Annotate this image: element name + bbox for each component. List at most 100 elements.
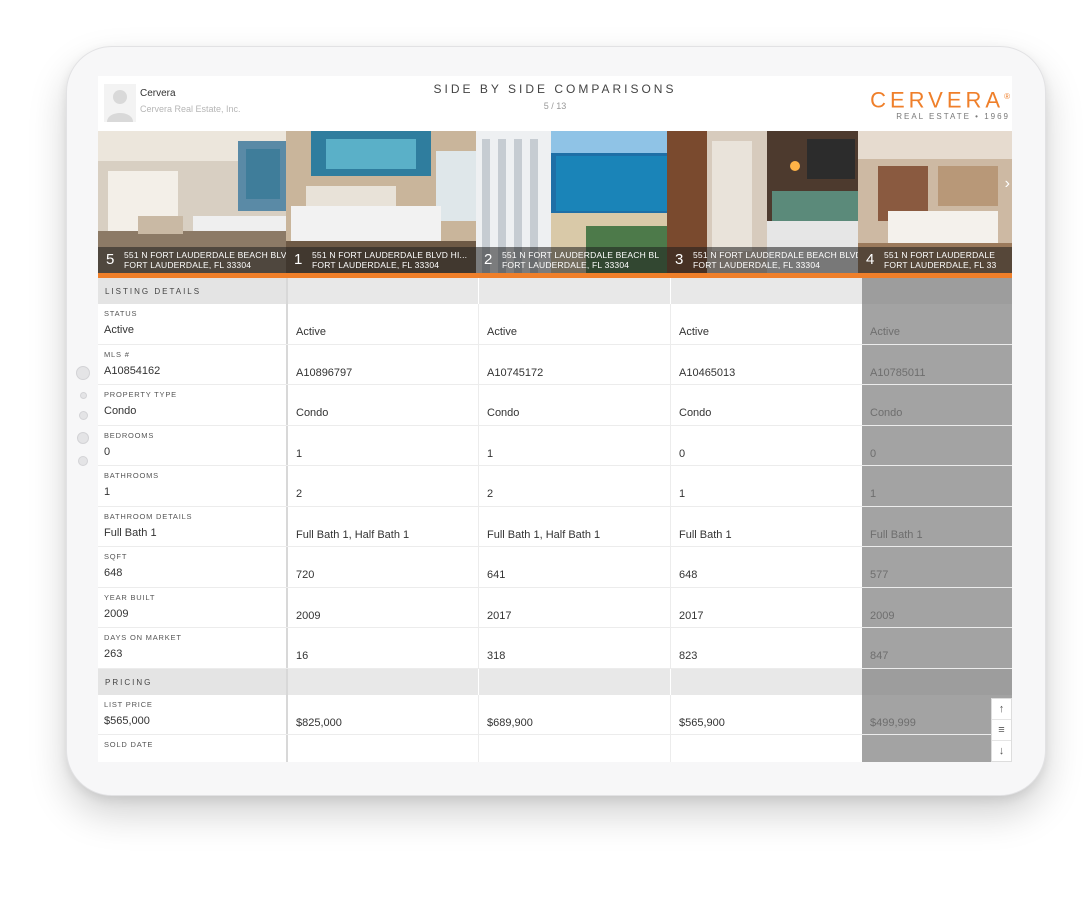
- table-cell: 0: [870, 447, 877, 460]
- listing-city: FORT LAUDERDALE, FL 33: [884, 260, 997, 270]
- table-cell: Active: [870, 326, 900, 338]
- listing-number: 1: [294, 251, 303, 268]
- table-cell: $499,999: [870, 716, 916, 729]
- table-cell: 577: [870, 569, 889, 581]
- listing-photo[interactable]: 1 551 N FORT LAUDERDALE BLVD HI... FORT L…: [286, 131, 476, 273]
- listing-photo[interactable]: 5 551 N FORT LAUDERDALE BEACH BLVD FORT L…: [98, 131, 286, 273]
- table-cell: 0: [679, 447, 686, 460]
- table-row: STATUS Active Active Active Active Active: [98, 304, 1012, 345]
- field-label: BEDROOMS: [104, 430, 155, 440]
- table-cell: Condo: [870, 407, 903, 419]
- table-cell: 823: [679, 650, 698, 662]
- brand-logo: CERVERA® REAL ESTATE • 1969: [870, 86, 1010, 122]
- field-value: A10854162: [104, 364, 161, 377]
- section-header-listing: LISTING DETAILS: [98, 278, 1012, 304]
- table-cell: 2017: [487, 609, 512, 622]
- listing-address: 551 N FORT LAUDERDALE BEACH BLVD: [693, 250, 858, 260]
- field-label: LIST PRICE: [104, 699, 153, 709]
- field-value: 263: [104, 648, 123, 660]
- listing-number: 3: [675, 251, 684, 268]
- table-cell: $689,900: [487, 716, 533, 729]
- table-row: SQFT 648 720 641 648 577: [98, 547, 1012, 588]
- field-value: 0: [104, 445, 111, 458]
- arrow-up-icon[interactable]: ↑: [992, 699, 1011, 720]
- table-cell: -: [296, 757, 300, 762]
- listing-photo[interactable]: 2 551 N FORT LAUDERDALE BEACH BL FORT LAU…: [476, 131, 667, 273]
- table-row: BATHROOM DETAILS Full Bath 1 Full Bath 1,…: [98, 506, 1012, 547]
- field-label: PROPERTY TYPE: [104, 390, 177, 399]
- table-row: MLS # A10854162 A10896797 A10745172 A1046…: [98, 344, 1012, 385]
- menu-icon[interactable]: ≡: [992, 720, 1011, 741]
- table-cell: -: [870, 757, 874, 762]
- comparison-table: LISTING DETAILS STATUS Active Active Acti…: [98, 278, 1012, 762]
- logo-tagline: REAL ESTATE • 1969: [896, 112, 1010, 122]
- table-cell: Full Bath 1: [870, 528, 923, 541]
- table-cell: Condo: [296, 407, 329, 419]
- table-cell: 2009: [870, 609, 895, 622]
- app-screen: Cervera Cervera Real Estate, Inc. SIDE B…: [98, 76, 1012, 762]
- field-label: SQFT: [104, 552, 128, 561]
- listing-number: 4: [866, 251, 875, 268]
- table-cell: Active: [487, 326, 517, 338]
- listing-city: FORT LAUDERDALE, FL 33304: [502, 260, 630, 270]
- field-value: Full Bath 1: [104, 526, 157, 539]
- table-row: SOLD DATE - - - -: [98, 735, 1012, 762]
- table-cell: 318: [487, 650, 506, 662]
- table-cell: 1: [679, 488, 686, 500]
- table-cell: Full Bath 1: [679, 528, 732, 541]
- table-cell: A10465013: [679, 366, 736, 379]
- field-label: BATHROOMS: [104, 471, 159, 480]
- listing-city: FORT LAUDERDALE, FL 33304: [124, 260, 252, 270]
- listing-photo[interactable]: 4 551 N FORT LAUDERDALE FORT LAUDERDALE, …: [858, 131, 1012, 273]
- table-cell: 16: [296, 650, 309, 662]
- listing-address: 551 N FORT LAUDERDALE BEACH BL: [502, 250, 660, 260]
- table-row: BATHROOMS 1 2 2 1 1: [98, 466, 1012, 507]
- listing-photo[interactable]: 3 551 N FORT LAUDERDALE BEACH BLVD FORT L…: [667, 131, 858, 273]
- field-label: DAYS ON MARKET: [104, 633, 182, 642]
- table-cell: 2009: [296, 609, 321, 622]
- table-cell: $825,000: [296, 716, 342, 729]
- table-cell: -: [487, 757, 491, 762]
- field-label: SOLD DATE: [104, 740, 154, 749]
- table-row: PROPERTY TYPE Condo Condo Condo Condo Con…: [98, 385, 1012, 426]
- listing-city: FORT LAUDERDALE, FL 33304: [312, 260, 440, 270]
- field-label: MLS #: [104, 349, 130, 359]
- field-label: BATHROOM DETAILS: [104, 511, 193, 521]
- header: Cervera Cervera Real Estate, Inc. SIDE B…: [98, 76, 1012, 131]
- table-cell: 1: [870, 488, 877, 500]
- listing-address: 551 N FORT LAUDERDALE BEACH BLVD: [124, 250, 286, 260]
- field-value: 2009: [104, 607, 129, 620]
- table-row: BEDROOMS 0 1 1 0 0: [98, 425, 1012, 466]
- table-cell: Condo: [679, 407, 712, 419]
- table-cell: 2017: [679, 609, 704, 622]
- table-cell: 1: [487, 447, 494, 460]
- field-value: 648: [104, 567, 123, 579]
- table-cell: A10896797: [296, 366, 353, 379]
- listing-city: FORT LAUDERDALE, FL 33304: [693, 260, 821, 270]
- table-row: DAYS ON MARKET 263 16 318 823 847: [98, 628, 1012, 669]
- table-cell: 648: [679, 569, 698, 581]
- scroll-controls: ↑ ≡ ↓: [991, 698, 1012, 762]
- logo-word: CERVERA: [870, 87, 1005, 113]
- table-row: LIST PRICE $565,000 $825,000 $689,900 $56…: [98, 694, 1012, 735]
- arrow-down-icon[interactable]: ↓: [992, 741, 1011, 761]
- listing-number: 5: [106, 251, 115, 268]
- field-value: Active: [104, 324, 134, 336]
- table-cell: 1: [296, 447, 303, 460]
- chevron-right-icon[interactable]: ›: [1005, 175, 1010, 193]
- section-title: PRICING: [105, 677, 153, 687]
- table-row: YEAR BUILT 2009 2009 2017 2017 2009: [98, 587, 1012, 628]
- table-cell: $565,900: [679, 716, 725, 729]
- table-cell: 720: [296, 569, 315, 581]
- listing-photo-strip: 5 551 N FORT LAUDERDALE BEACH BLVD FORT L…: [98, 131, 1012, 273]
- listing-address: 551 N FORT LAUDERDALE BLVD HI...: [312, 250, 468, 260]
- listing-address: 551 N FORT LAUDERDALE: [884, 250, 996, 260]
- logo-registered-mark: ®: [1004, 92, 1010, 101]
- table-cell: Active: [679, 326, 709, 338]
- field-label: YEAR BUILT: [104, 592, 156, 602]
- table-cell: Active: [296, 326, 326, 338]
- table-cell: 641: [487, 569, 506, 581]
- field-value: Condo: [104, 405, 137, 417]
- table-cell: Full Bath 1, Half Bath 1: [487, 528, 601, 541]
- table-cell: -: [679, 757, 683, 762]
